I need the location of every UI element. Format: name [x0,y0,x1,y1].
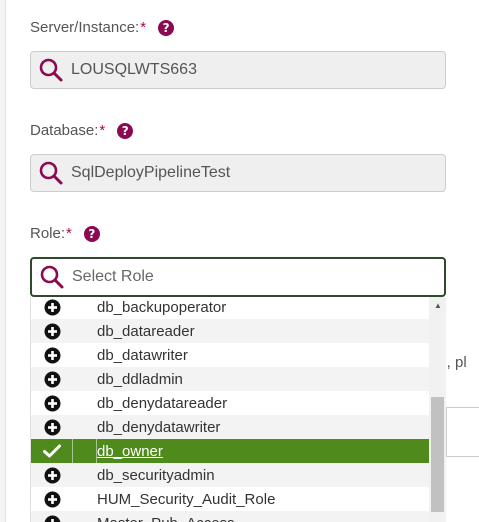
search-icon [31,155,71,191]
role-option[interactable]: db_backupoperator [31,297,429,319]
help-icon[interactable]: ? [158,19,175,36]
required-mark: * [140,19,147,36]
role-option[interactable]: HUM_Security_Audit_Role [31,487,429,511]
check-icon[interactable] [31,439,73,463]
database-input[interactable] [71,164,445,182]
database-label-text: Database: [30,122,99,139]
database-label: Database: * ? [30,122,134,139]
plus-circle-icon[interactable] [31,487,73,511]
role-option-label: db_owner [97,442,163,460]
option-spacer [73,463,97,487]
role-label-text: Role: [30,225,66,242]
role-option-label: Master_Pub_Access [97,515,235,522]
plus-circle-icon[interactable] [31,463,73,487]
required-mark: * [99,122,106,139]
option-spacer [73,415,97,439]
left-panel-edge [0,0,6,522]
role-search-input[interactable] [72,268,444,286]
plus-circle-icon[interactable] [31,367,73,391]
role-label: Role: * ? [30,225,100,242]
search-icon [32,259,72,295]
option-spacer [73,391,97,415]
scroll-up-arrow-icon[interactable]: ▲ [429,299,446,311]
server-label: Server/Instance: * ? [30,19,175,36]
role-dropdown-list[interactable]: db_backupoperator db_datareader db_datawri… [30,297,446,522]
role-option-label: db_datawriter [97,346,188,364]
option-spacer [73,487,97,511]
plus-circle-icon[interactable] [31,415,73,439]
role-option-label: db_securityadmin [97,466,215,484]
role-option[interactable]: db_owner [31,439,429,463]
role-option[interactable]: db_denydatareader [31,391,429,415]
role-option-label: db_datareader [97,322,195,340]
role-option[interactable]: db_denydatawriter [31,415,429,439]
role-option[interactable]: db_securityadmin [31,463,429,487]
role-option-label: HUM_Security_Audit_Role [97,490,276,508]
option-spacer [73,511,97,522]
help-icon[interactable]: ? [117,122,134,139]
role-option[interactable]: db_datawriter [31,343,429,367]
scroll-thumb[interactable] [431,397,444,512]
option-spacer [73,367,97,391]
plus-circle-icon[interactable] [31,297,73,319]
role-option-label: db_denydatawriter [97,418,221,436]
required-mark: * [66,225,72,242]
server-label-text: Server/Instance: [30,19,140,36]
role-option[interactable]: db_datareader [31,319,429,343]
plus-circle-icon[interactable] [31,511,73,522]
plus-circle-icon[interactable] [31,319,73,343]
plus-circle-icon[interactable] [31,391,73,415]
plus-circle-icon[interactable] [31,343,73,367]
role-option-label: db_denydatareader [97,394,228,412]
help-icon[interactable]: ? [83,225,100,242]
server-field[interactable] [30,51,446,89]
scrollbar[interactable]: ▲ [429,297,446,522]
role-option[interactable]: Master_Pub_Access [31,511,429,522]
database-field[interactable] [30,154,446,192]
obscured-box [446,407,479,457]
role-option[interactable]: db_ddladmin [31,367,429,391]
role-option-label: db_ddladmin [97,370,183,388]
option-spacer [73,297,97,319]
option-spacer [73,319,97,343]
search-icon [31,52,71,88]
server-input[interactable] [71,61,445,79]
option-spacer [73,439,97,463]
role-field[interactable] [30,257,446,297]
role-option-label: db_backupoperator [97,298,227,316]
option-spacer [73,343,97,367]
